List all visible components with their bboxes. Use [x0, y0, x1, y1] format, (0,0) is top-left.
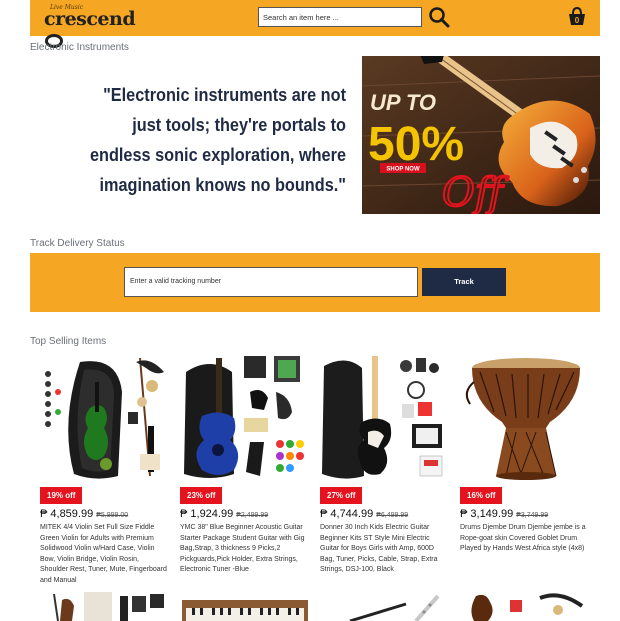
old-price: ₱3,749.99	[516, 512, 549, 519]
product-image-electric-guitar	[320, 352, 450, 482]
product-price: ₱ 4,859.99 ₱5,999.00	[40, 508, 129, 520]
product-card-djembe[interactable]	[460, 352, 590, 487]
product-description[interactable]: MITEK 4/4 Violin Set Full Size Fiddle Gr…	[40, 523, 168, 586]
banner-off: Off	[442, 170, 510, 214]
banner-art: UP TO 50% SHOP NOW Off	[362, 56, 600, 214]
product-image-violin-set-2[interactable]	[40, 590, 170, 621]
product-image-acoustic-guitar	[180, 352, 310, 482]
old-price: ₱5,999.00	[96, 512, 129, 519]
top-header: Live Music crescend Search an item here …	[30, 0, 600, 48]
product-image-djembe	[460, 352, 590, 482]
promo-banner[interactable]: UP TO 50% SHOP NOW Off	[362, 56, 600, 214]
banner-shop-now-label: SHOP NOW	[386, 167, 420, 173]
hero-quote: "Electronic instruments are not just too…	[89, 84, 347, 195]
product-image-keyboard[interactable]	[180, 590, 310, 621]
product-description[interactable]: Drums Djembe Drum Djembe jembe is a Rope…	[460, 523, 588, 555]
crescendo-logo[interactable]: Live Music crescend	[42, 4, 152, 48]
discount-badge: 16% off	[460, 487, 503, 504]
product-price: ₱ 4,744.99 ₱6,499.99	[320, 508, 409, 520]
old-price: ₱2,499.99	[236, 512, 269, 519]
product-price: ₱ 3,149.99 ₱3,749.99	[460, 508, 549, 520]
track-delivery-bar: Enter a valid tracking number Track	[30, 253, 600, 312]
cart-count: 0	[575, 16, 580, 25]
discount-badge: 19% off	[40, 487, 83, 504]
product-card-electric-guitar[interactable]	[320, 352, 450, 487]
tracking-number-input[interactable]: Enter a valid tracking number	[124, 267, 418, 297]
product-card-acoustic-guitar[interactable]	[180, 352, 310, 487]
banner-upto: UP TO	[370, 90, 436, 115]
section-title-electronic: Electronic Instruments	[30, 42, 129, 53]
product-image-violin-accessories[interactable]	[460, 590, 590, 621]
product-card-violin[interactable]	[40, 352, 170, 487]
product-price: ₱ 1,924.99 ₱2,499.99	[180, 508, 269, 520]
section-title-top-selling: Top Selling Items	[30, 336, 107, 347]
section-title-track: Track Delivery Status	[30, 238, 125, 249]
discount-badge: 27% off	[320, 487, 363, 504]
product-description[interactable]: Donner 30 Inch Kids Electric Guitar Begi…	[320, 523, 448, 576]
product-image-flute[interactable]	[320, 590, 450, 621]
product-image-violin	[40, 352, 170, 482]
old-price: ₱6,499.99	[376, 512, 409, 519]
track-button[interactable]: Track	[422, 268, 506, 296]
search-input[interactable]: Search an item here ...	[258, 7, 422, 27]
search-icon[interactable]	[428, 6, 450, 28]
cart-icon[interactable]: 0	[566, 6, 588, 28]
product-description[interactable]: YMC 38" Blue Beginner Acoustic Guitar St…	[180, 523, 308, 576]
discount-badge: 23% off	[180, 487, 223, 504]
